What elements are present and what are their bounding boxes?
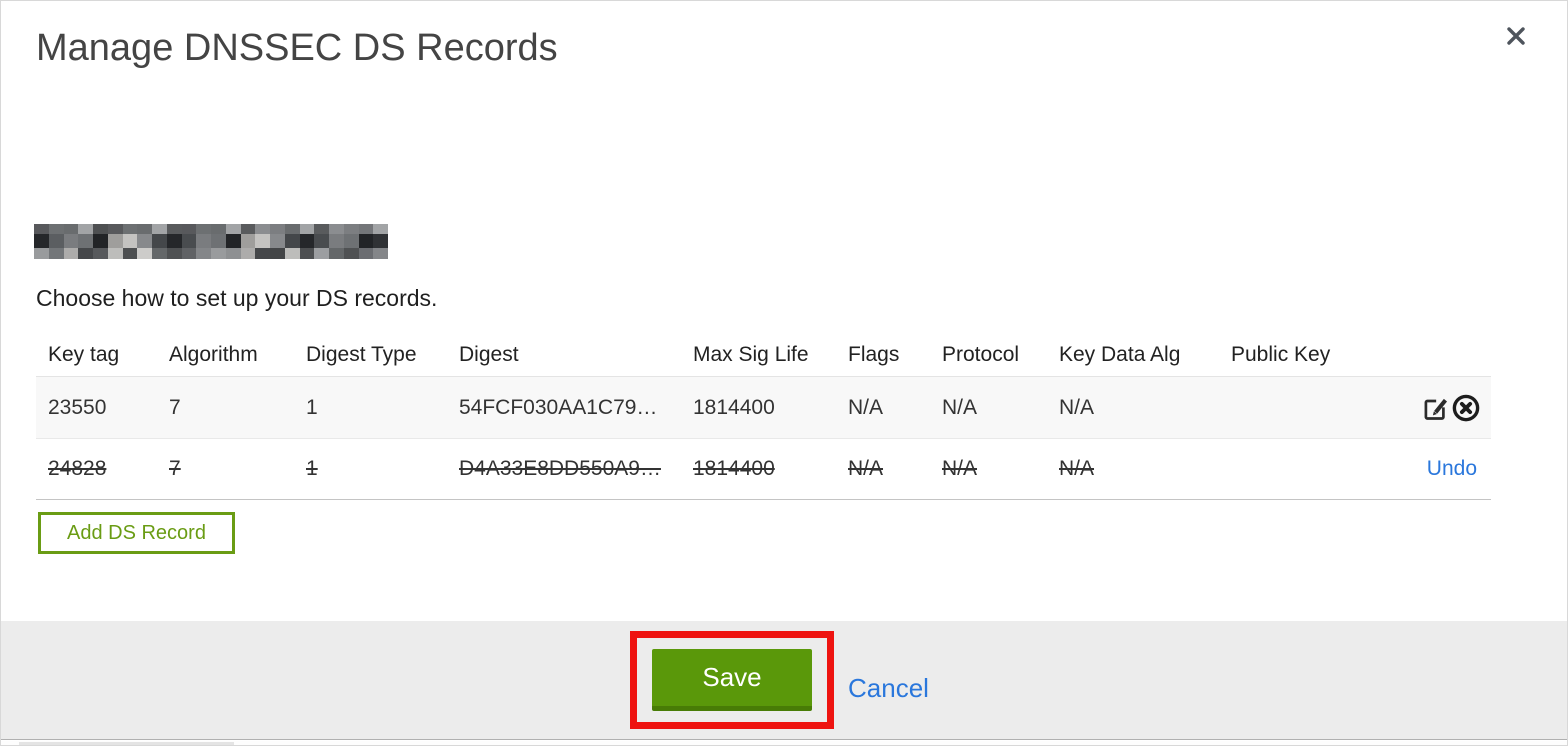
column-header-protocol: Protocol bbox=[942, 342, 1020, 366]
cell-protocol: N/A bbox=[942, 457, 978, 480]
page-title: Manage DNSSEC DS Records bbox=[36, 27, 558, 69]
cell-max-sig-life: 1814400 bbox=[693, 457, 775, 480]
column-header-max-sig-life: Max Sig Life bbox=[693, 342, 809, 366]
cell-flags: N/A bbox=[848, 395, 884, 419]
modal-footer: Save Cancel bbox=[1, 621, 1567, 740]
cell-algorithm: 7 bbox=[169, 395, 181, 419]
cell-max-sig-life: 1814400 bbox=[693, 395, 775, 419]
background-text-blur bbox=[19, 742, 234, 745]
column-header-flags: Flags bbox=[848, 342, 900, 366]
intro-text: Choose how to set up your DS records. bbox=[36, 285, 438, 311]
undo-link[interactable]: Undo bbox=[1427, 457, 1481, 481]
cancel-link[interactable]: Cancel bbox=[848, 673, 929, 704]
column-header-key-tag: Key tag bbox=[48, 342, 120, 366]
column-header-key-data-alg: Key Data Alg bbox=[1059, 342, 1181, 366]
column-header-algorithm: Algorithm bbox=[169, 342, 258, 366]
cell-key-data-alg: N/A bbox=[1059, 457, 1095, 480]
cell-key-data-alg: N/A bbox=[1059, 395, 1095, 419]
dnssec-modal: Manage DNSSEC DS Records Choose how to s… bbox=[0, 0, 1568, 746]
domain-name-redacted bbox=[34, 224, 388, 259]
red-annotation-box: Save bbox=[630, 631, 834, 729]
table-row: 23550 7 1 54FCF030AA1C79… 1814400 N/A N/… bbox=[36, 376, 1491, 438]
cell-digest: 54FCF030AA1C79… bbox=[459, 395, 658, 419]
column-header-digest-type: Digest Type bbox=[306, 342, 417, 366]
table-header-row: Key tag Algorithm Digest Type Digest Max… bbox=[36, 333, 1491, 376]
edit-record-button[interactable] bbox=[1421, 394, 1449, 422]
cell-flags: N/A bbox=[848, 457, 884, 480]
column-header-digest: Digest bbox=[459, 342, 519, 366]
ds-records-table: Key tag Algorithm Digest Type Digest Max… bbox=[36, 333, 1491, 500]
cell-digest-type: 1 bbox=[306, 395, 318, 419]
row-actions bbox=[1379, 393, 1491, 423]
cell-key-tag: 23550 bbox=[48, 395, 107, 419]
cell-protocol: N/A bbox=[942, 395, 978, 419]
add-ds-record-button[interactable]: Add DS Record bbox=[38, 512, 235, 554]
column-header-public-key: Public Key bbox=[1231, 342, 1331, 366]
edit-icon bbox=[1421, 394, 1449, 422]
table-row-deleted: 24828 7 1 D4A33E8DD550A9… 1814400 N/A N/… bbox=[36, 438, 1491, 500]
cell-key-tag: 24828 bbox=[48, 457, 107, 480]
delete-icon bbox=[1451, 393, 1481, 423]
close-button[interactable] bbox=[1503, 23, 1529, 49]
row-actions: Undo bbox=[1379, 457, 1491, 481]
page-behind-modal bbox=[1, 741, 1567, 745]
cell-algorithm: 7 bbox=[169, 457, 181, 480]
close-icon bbox=[1505, 25, 1527, 47]
cell-digest: D4A33E8DD550A9… bbox=[459, 457, 661, 480]
cell-digest-type: 1 bbox=[306, 457, 318, 480]
save-button[interactable]: Save bbox=[652, 649, 812, 711]
delete-record-button[interactable] bbox=[1451, 393, 1481, 423]
